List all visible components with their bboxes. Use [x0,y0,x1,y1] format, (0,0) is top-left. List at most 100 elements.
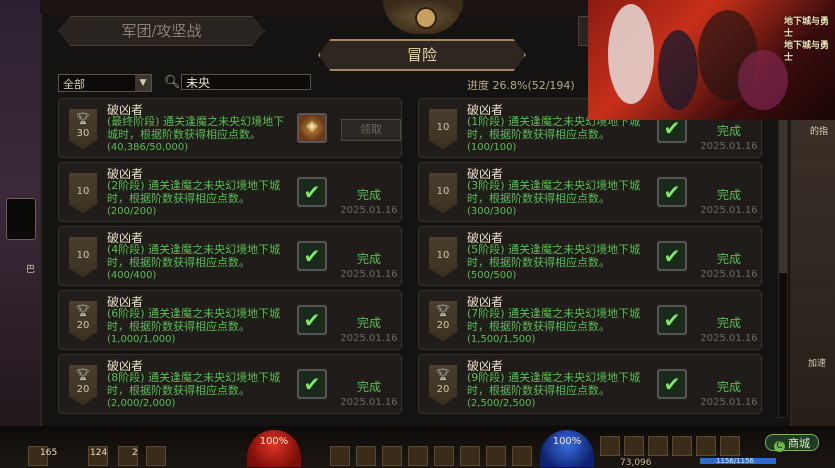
side-label-right-1: 的指 [810,127,829,137]
achievement-description: (最终阶段) 通关逢魔之未央幻境地下城时，根据阶数获得相应点数。 [107,115,285,141]
menu-icon-3[interactable] [648,436,668,456]
points-value: 10 [436,122,450,133]
status-complete: 完成 [716,188,741,202]
achievement-description: (5阶段) 通关逢魔之未央幻境地下城时，根据阶数获得相应点数。 [467,243,641,269]
achievement-description: (6阶段) 通关逢魔之未央幻境地下城时，根据阶数获得相应点数。 [107,307,281,333]
points-badge: 🏆︎ 20 [429,301,457,341]
trophy-icon: 🏆︎ [76,112,90,125]
item-slot-3-count: 2 [132,448,138,458]
item-slot-4[interactable] [146,446,166,466]
category-select-value: 全部 [63,78,85,91]
trophy-icon: 🏆︎ [436,304,450,317]
check-icon: ✔ [657,241,687,271]
skill-slot-7[interactable] [486,446,506,466]
progress-text: 进度 26.8%(52/194) [467,79,575,92]
achievement-progress: (100/100) [467,142,517,153]
item-slot-1-count: 165 [40,448,58,458]
achievement-progress: (1,500/1,500) [467,334,536,345]
completion-date: 2025.01.16 [340,269,398,280]
completion-date: 2025.01.16 [700,205,758,216]
points-value: 10 [436,250,450,261]
search-icon: 🔍︎ [164,75,181,90]
hp-text: 1156/1156 [716,457,754,465]
check-icon: ✔ [657,305,687,335]
status-complete: 完成 [356,316,381,330]
claim-button[interactable]: 领取 [341,119,401,141]
search-input[interactable] [181,74,311,90]
achievement-description: (3阶段) 通关逢魔之未央幻境地下城时，根据阶数获得相应点数。 [467,179,641,205]
check-icon: ✔ [297,369,327,399]
status-complete: 完成 [356,252,381,266]
achievement-card: 10 破凶者 (2阶段) 通关逢魔之未央幻境地下城时，根据阶数获得相应点数。 (200… [58,162,402,222]
points-badge: 🏆︎ 20 [69,301,97,341]
completion-date: 2025.01.16 [700,333,758,344]
check-icon: ✔ [297,241,327,271]
hp-orb-label: 100% [259,436,289,447]
points-value: 20 [436,384,450,395]
achievement-description: (9阶段) 通关逢魔之未央幻境地下城时，根据阶数获得相应点数。 [467,371,641,397]
status-complete: 完成 [356,188,381,202]
status-complete: 完成 [716,124,741,138]
menu-icon-1[interactable] [600,436,620,456]
coin-icon: C [774,441,785,452]
points-badge: 10 [69,237,97,277]
achievement-progress: (500/500) [467,270,517,281]
trophy-icon: 🏆︎ [436,368,450,381]
reward-icon[interactable]: ◈ [297,113,327,143]
ad-logo: 地下城与勇士 地下城与勇士 [784,16,834,64]
check-icon: ✔ [657,369,687,399]
achievement-progress: (40,386/50,000) [107,142,189,153]
achievement-description: (4阶段) 通关逢魔之未央幻境地下城时，根据阶数获得相应点数。 [107,243,281,269]
points-value: 20 [76,384,90,395]
check-icon: ✔ [657,177,687,207]
chevron-down-icon[interactable]: ▼ [135,75,151,91]
compass-icon [415,7,437,29]
achievement-progress: (300/300) [467,206,517,217]
points-value: 20 [436,320,450,331]
completion-date: 2025.01.16 [340,205,398,216]
completion-date: 2025.01.16 [340,333,398,344]
completion-date: 2025.01.16 [700,397,758,408]
check-icon: ✔ [297,305,327,335]
status-complete: 完成 [716,380,741,394]
trophy-icon: 🏆︎ [76,304,90,317]
category-select[interactable]: 全部 ▼ [58,74,152,92]
achievement-progress: (400/400) [107,270,157,281]
side-label-right-2: 加速 [808,359,827,369]
shop-button[interactable]: C 商城 [765,434,819,452]
menu-icon-5[interactable] [696,436,716,456]
status-complete: 完成 [356,380,381,394]
points-badge: 🏆︎ 20 [429,365,457,405]
skill-slot-5[interactable] [434,446,454,466]
item-slot-2-count: 124 [90,448,108,458]
skill-slot-6[interactable] [460,446,480,466]
skill-slot-1[interactable] [330,446,350,466]
menu-icon-4[interactable] [672,436,692,456]
achievement-progress: (200/200) [107,206,157,217]
ad-logo-line-2: 地下城与勇士 [784,41,830,63]
menu-icon-2[interactable] [624,436,644,456]
skill-slot-2[interactable] [356,446,376,466]
tab-adventure[interactable]: 冒险 [318,39,526,71]
scrollbar-thumb[interactable] [779,103,787,273]
achievement-card: 10 破凶者 (4阶段) 通关逢魔之未央幻境地下城时，根据阶数获得相应点数。 (400… [58,226,402,286]
status-complete: 完成 [716,316,741,330]
side-tooltip [6,198,36,240]
skill-slot-4[interactable] [408,446,428,466]
points-badge: 10 [429,109,457,149]
skill-slot-3[interactable] [382,446,402,466]
achievement-card: 10 破凶者 (5阶段) 通关逢魔之未央幻境地下城时，根据阶数获得相应点数。 (500… [418,226,762,286]
achievement-card: 🏆︎ 20 破凶者 (7阶段) 通关逢魔之未央幻境地下城时，根据阶数获得相应点数。 (1… [418,290,762,350]
skill-slot-8[interactable] [512,446,532,466]
points-badge: 🏆︎ 20 [69,365,97,405]
menu-icon-6[interactable] [720,436,740,456]
scrollbar[interactable] [778,96,788,418]
tab-corps[interactable]: 军团/攻坚战 [58,16,265,46]
points-value: 10 [76,250,90,261]
points-value: 30 [76,128,90,139]
points-value: 10 [436,186,450,197]
achievement-progress: (2,500/2,500) [467,398,536,409]
completion-date: 2025.01.16 [340,397,398,408]
status-complete: 完成 [716,252,741,266]
shop-button-label: 商城 [788,437,810,450]
